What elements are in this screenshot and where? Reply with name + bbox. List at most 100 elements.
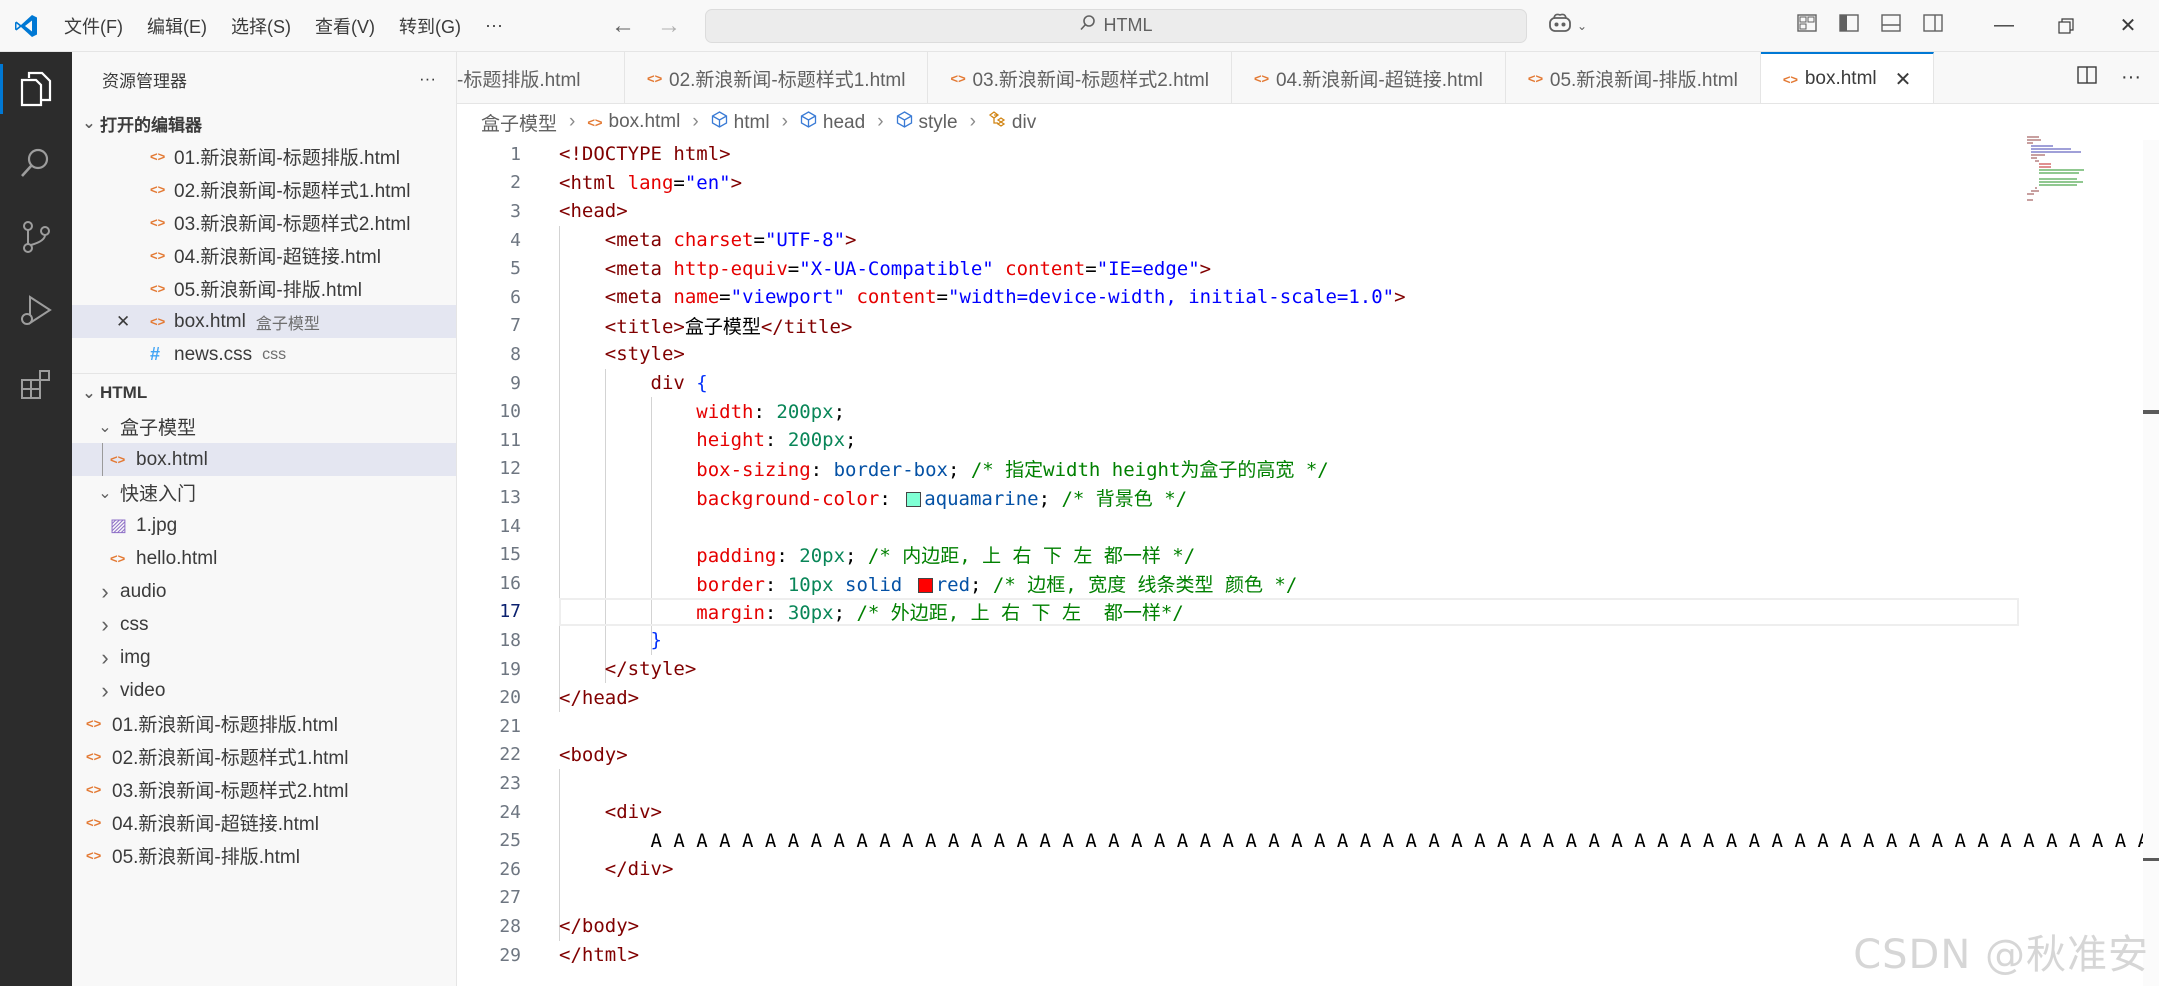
code-line[interactable]: 15 padding: 20px; /* 内边距, 上 右 下 左 都一样 */ bbox=[457, 540, 2097, 569]
open-editor-item[interactable]: <> 03.新浪新闻-标题样式2.html bbox=[72, 206, 456, 239]
menu-item[interactable]: 选择(S) bbox=[219, 13, 303, 39]
breadcrumb-item[interactable]: head bbox=[800, 110, 865, 134]
open-editors-header[interactable]: ⌄ 打开的编辑器 bbox=[72, 106, 456, 140]
code-line[interactable]: 6 <meta name="viewport" content="width=d… bbox=[457, 283, 2097, 312]
tree-item[interactable]: › video bbox=[72, 674, 456, 707]
color-swatch-icon[interactable] bbox=[906, 491, 922, 507]
code-line[interactable]: 24 <div> bbox=[457, 798, 2097, 827]
back-arrow-icon[interactable]: ← bbox=[611, 12, 635, 40]
workspace-header[interactable]: ⌄ HTML bbox=[72, 376, 456, 410]
editor-tab[interactable]: <> box.html ✕ bbox=[1760, 52, 1935, 103]
explorer-more-button[interactable]: ··· bbox=[419, 69, 436, 89]
open-editor-item[interactable]: <> 04.新浪新闻-超链接.html bbox=[72, 239, 456, 272]
restore-button[interactable] bbox=[2035, 0, 2097, 52]
editor-tab[interactable]: -标题排版.html bbox=[457, 52, 625, 103]
editor-tab[interactable]: <> 04.新浪新闻-超链接.html bbox=[1232, 52, 1506, 103]
more-actions-icon[interactable]: ··· bbox=[2121, 66, 2141, 89]
tree-item[interactable]: › img bbox=[72, 641, 456, 674]
source-control-icon[interactable] bbox=[0, 200, 72, 274]
open-editor-item[interactable]: <> 05.新浪新闻-排版.html bbox=[72, 272, 456, 305]
code-line[interactable]: 19 </style> bbox=[457, 655, 2097, 684]
tree-item[interactable]: ▨ 1.jpg bbox=[72, 509, 456, 542]
toggle-secondary-sidebar-icon[interactable] bbox=[1923, 14, 1943, 37]
code-line[interactable]: 25 A A A A A A A A A A A A A A A A A A A… bbox=[457, 826, 2149, 855]
extensions-icon[interactable] bbox=[0, 348, 72, 422]
html-file-icon: <> bbox=[110, 452, 126, 467]
command-center[interactable]: HTML bbox=[704, 8, 1527, 43]
line-number: 21 bbox=[499, 715, 521, 737]
code-editor[interactable]: 1 <!DOCTYPE html> 2 <html lang="en"> 3 <head>… bbox=[457, 140, 2159, 986]
code-line[interactable]: 12 box-sizing: border-box; /* 指定width he… bbox=[457, 455, 2097, 484]
code-line[interactable]: 18 } bbox=[457, 626, 2097, 655]
code-line[interactable]: 26 </div> bbox=[457, 855, 2097, 884]
code-line[interactable]: 5 <meta http-equiv="X-UA-Compatible" con… bbox=[457, 254, 2097, 283]
tree-item[interactable]: ⌄ 快速入门 bbox=[72, 476, 456, 509]
tree-item[interactable]: <> 04.新浪新闻-超链接.html bbox=[72, 806, 456, 839]
menu-item[interactable]: 编辑(E) bbox=[135, 13, 219, 39]
split-editor-icon[interactable] bbox=[2077, 66, 2097, 89]
forward-arrow-icon[interactable]: → bbox=[657, 12, 681, 40]
open-editor-item[interactable]: # news.css css bbox=[72, 338, 456, 371]
tree-item[interactable]: <> 02.新浪新闻-标题样式1.html bbox=[72, 740, 456, 773]
copilot-button[interactable]: ⌄ bbox=[1547, 12, 1587, 39]
breadcrumb-item[interactable]: div bbox=[988, 110, 1036, 134]
menu-item[interactable]: 文件(F) bbox=[52, 13, 135, 39]
tree-item[interactable]: ⌄ 盒子模型 bbox=[72, 410, 456, 443]
menu-more-button[interactable]: ··· bbox=[473, 15, 515, 36]
code-line[interactable]: 7 <title>盒子模型</title> bbox=[457, 312, 2097, 341]
code-line[interactable]: 29 </html> bbox=[457, 941, 2097, 970]
toggle-primary-sidebar-icon[interactable] bbox=[1839, 14, 1859, 37]
tree-item[interactable]: › audio bbox=[72, 575, 456, 608]
tree-item[interactable]: › css bbox=[72, 608, 456, 641]
breadcrumb-item[interactable]: <> box.html bbox=[587, 111, 680, 133]
menu-item[interactable]: 转到(G) bbox=[387, 13, 473, 39]
close-window-button[interactable]: ✕ bbox=[2097, 0, 2159, 52]
code-line[interactable]: 28 </body> bbox=[457, 912, 2097, 941]
explorer-header: 资源管理器 ··· bbox=[72, 52, 456, 106]
code-line[interactable]: 3 <head> bbox=[457, 197, 2097, 226]
toggle-panel-icon[interactable] bbox=[1881, 14, 1901, 37]
tree-item[interactable]: <> 03.新浪新闻-标题样式2.html bbox=[72, 773, 456, 806]
breadcrumb-item[interactable]: style bbox=[896, 110, 958, 134]
search-icon[interactable] bbox=[0, 126, 72, 200]
breadcrumb-item[interactable]: 盒子模型 bbox=[481, 109, 557, 136]
code-line[interactable]: 21 bbox=[457, 712, 2097, 741]
code-line[interactable]: 17 margin: 30px; /* 外边距, 上 右 下 左 都一样*/ bbox=[457, 597, 2097, 627]
editor-tab[interactable]: <> 05.新浪新闻-排版.html bbox=[1506, 52, 1761, 103]
minimize-button[interactable]: — bbox=[1973, 0, 2035, 52]
minimap[interactable] bbox=[2027, 136, 2107, 216]
code-line[interactable]: 16 border: 10px solid red; /* 边框, 宽度 线条类… bbox=[457, 569, 2097, 598]
code-line[interactable]: 2 <html lang="en"> bbox=[457, 169, 2097, 198]
editor-tab[interactable]: <> 02.新浪新闻-标题样式1.html bbox=[625, 52, 929, 103]
close-icon[interactable]: ✕ bbox=[1895, 67, 1912, 92]
code-line[interactable]: 20 </head> bbox=[457, 683, 2097, 712]
open-editor-item[interactable]: <> 01.新浪新闻-标题排版.html bbox=[72, 140, 456, 173]
run-debug-icon[interactable] bbox=[0, 274, 72, 348]
code-line[interactable]: 10 width: 200px; bbox=[457, 397, 2097, 426]
explorer-icon[interactable] bbox=[0, 52, 72, 126]
code-line[interactable]: 23 bbox=[457, 769, 2097, 798]
breadcrumb-item[interactable]: html bbox=[711, 110, 770, 134]
code-line[interactable]: 9 div { bbox=[457, 369, 2097, 398]
color-swatch-icon[interactable] bbox=[917, 577, 933, 593]
code-line[interactable]: 1 <!DOCTYPE html> bbox=[457, 140, 2097, 169]
code-line[interactable]: 8 <style> bbox=[457, 340, 2097, 369]
code-line[interactable]: 11 height: 200px; bbox=[457, 426, 2097, 455]
code-line[interactable]: 4 <meta charset="UTF-8"> bbox=[457, 226, 2097, 255]
open-editor-item[interactable]: <> 02.新浪新闻-标题样式1.html bbox=[72, 173, 456, 206]
line-number: 25 bbox=[499, 830, 521, 852]
code-line[interactable]: 22 <body> bbox=[457, 741, 2097, 770]
code-line[interactable]: 14 bbox=[457, 512, 2097, 541]
tree-item[interactable]: <> 05.新浪新闻-排版.html bbox=[72, 839, 456, 872]
editor-tab[interactable]: <> 03.新浪新闻-标题样式2.html bbox=[928, 52, 1232, 103]
code-text: <!DOCTYPE html> bbox=[559, 143, 731, 166]
open-editor-item[interactable]: ✕ <> box.html 盒子模型 bbox=[72, 305, 456, 338]
customize-layout-icon[interactable] bbox=[1797, 14, 1817, 37]
code-line[interactable]: 13 background-color: aquamarine; /* 背景色 … bbox=[457, 483, 2097, 512]
close-icon[interactable]: ✕ bbox=[116, 312, 150, 332]
tree-item[interactable]: <> hello.html bbox=[72, 542, 456, 575]
code-line[interactable]: 27 bbox=[457, 884, 2097, 913]
tree-item[interactable]: <> 01.新浪新闻-标题排版.html bbox=[72, 707, 456, 740]
menu-item[interactable]: 查看(V) bbox=[303, 13, 387, 39]
tree-item[interactable]: <> box.html bbox=[72, 443, 456, 476]
